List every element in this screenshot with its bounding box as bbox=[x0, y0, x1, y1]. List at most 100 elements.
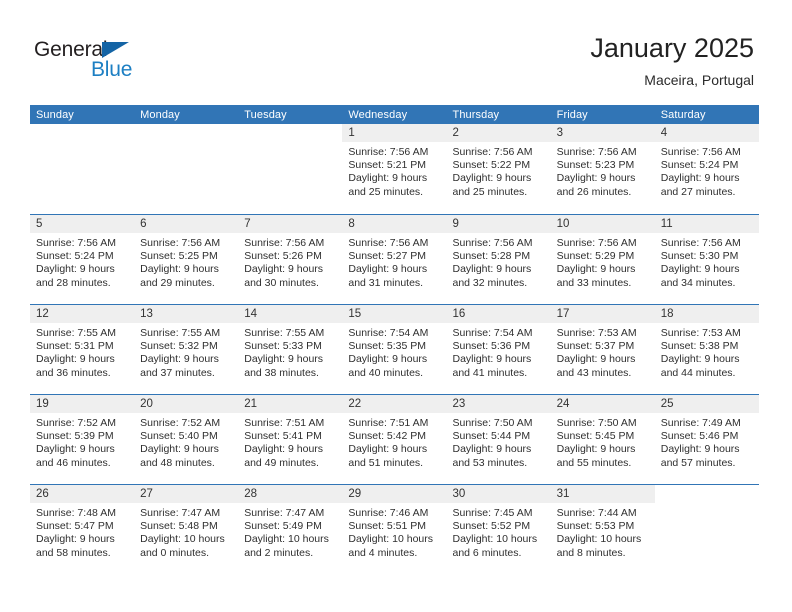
day-cell[interactable]: 22 Sunrise: 7:51 AM Sunset: 5:42 PM Dayligh… bbox=[342, 395, 447, 484]
day-sun-info: Sunrise: 7:54 AM Sunset: 5:35 PM Daylight:… bbox=[342, 323, 446, 380]
day-cell[interactable]: 2 Sunrise: 7:56 AM Sunset: 5:22 PM Daylight… bbox=[446, 124, 551, 214]
day-number: 1 bbox=[342, 124, 447, 142]
day-cell[interactable]: 5 Sunrise: 7:56 AM Sunset: 5:24 PM Daylight… bbox=[30, 215, 135, 304]
sunrise-time: Sunrise: 7:56 AM bbox=[452, 237, 533, 249]
day-cell[interactable]: 21 Sunrise: 7:51 AM Sunset: 5:41 PM Dayligh… bbox=[238, 395, 343, 484]
daylight-line-1: Daylight: 9 hours bbox=[556, 443, 636, 456]
sunset-time: Sunset: 5:44 PM bbox=[452, 430, 531, 443]
daylight-line-2: and 37 minutes. bbox=[140, 366, 215, 379]
sunrise-time: Sunrise: 7:53 AM bbox=[556, 327, 637, 339]
day-cell-empty bbox=[134, 124, 239, 214]
sunrise-time: Sunrise: 7:56 AM bbox=[348, 237, 429, 249]
sunset-time: Sunset: 5:38 PM bbox=[660, 340, 739, 353]
daylight-line-2: and 58 minutes. bbox=[36, 546, 111, 559]
day-cell[interactable]: 29 Sunrise: 7:46 AM Sunset: 5:51 PM Dayligh… bbox=[342, 485, 447, 574]
page-header: General Blue January 2025 Maceira, Portu… bbox=[0, 0, 792, 100]
day-sun-info: Sunrise: 7:56 AM Sunset: 5:22 PM Daylight:… bbox=[447, 142, 551, 199]
calendar-week-row: 26 Sunrise: 7:48 AM Sunset: 5:47 PM Dayligh… bbox=[30, 484, 759, 574]
day-number: 29 bbox=[342, 485, 447, 503]
day-cell[interactable]: 18 Sunrise: 7:53 AM Sunset: 5:38 PM Dayligh… bbox=[654, 305, 759, 394]
day-cell[interactable]: 30 Sunrise: 7:45 AM Sunset: 5:52 PM Dayligh… bbox=[446, 485, 551, 574]
day-cell[interactable]: 31 Sunrise: 7:44 AM Sunset: 5:53 PM Dayligh… bbox=[550, 485, 655, 574]
day-sun-info: Sunrise: 7:47 AM Sunset: 5:48 PM Daylight:… bbox=[134, 503, 238, 560]
day-cell[interactable]: 14 Sunrise: 7:55 AM Sunset: 5:33 PM Dayligh… bbox=[238, 305, 343, 394]
sunrise-time: Sunrise: 7:48 AM bbox=[36, 507, 116, 519]
day-sun-info: Sunrise: 7:51 AM Sunset: 5:42 PM Daylight:… bbox=[342, 413, 446, 470]
day-sun-info: Sunrise: 7:56 AM Sunset: 5:23 PM Daylight:… bbox=[551, 142, 655, 199]
sunrise-time: Sunrise: 7:49 AM bbox=[660, 417, 741, 429]
day-cell[interactable]: 19 Sunrise: 7:52 AM Sunset: 5:39 PM Dayligh… bbox=[30, 395, 135, 484]
sunset-time: Sunset: 5:36 PM bbox=[452, 340, 531, 353]
weekday-header-wednesday: Wednesday bbox=[348, 109, 408, 121]
day-number bbox=[238, 124, 342, 142]
day-cell[interactable]: 24 Sunrise: 7:50 AM Sunset: 5:45 PM Dayligh… bbox=[550, 395, 655, 484]
day-cell[interactable]: 20 Sunrise: 7:52 AM Sunset: 5:40 PM Dayligh… bbox=[134, 395, 239, 484]
day-cell[interactable]: 3 Sunrise: 7:56 AM Sunset: 5:23 PM Daylight… bbox=[550, 124, 655, 214]
day-cell[interactable]: 23 Sunrise: 7:50 AM Sunset: 5:44 PM Dayligh… bbox=[446, 395, 551, 484]
sunset-time: Sunset: 5:26 PM bbox=[244, 250, 322, 263]
sunset-time: Sunset: 5:39 PM bbox=[36, 430, 114, 443]
day-cell[interactable]: 25 Sunrise: 7:49 AM Sunset: 5:46 PM Dayligh… bbox=[654, 395, 759, 484]
sunrise-time: Sunrise: 7:44 AM bbox=[556, 507, 637, 519]
daylight-line-2: and 46 minutes. bbox=[36, 456, 111, 469]
sunset-time: Sunset: 5:33 PM bbox=[244, 340, 322, 353]
daylight-line-1: Daylight: 9 hours bbox=[36, 353, 115, 366]
daylight-line-2: and 31 minutes. bbox=[348, 276, 424, 289]
sunrise-time: Sunrise: 7:56 AM bbox=[660, 237, 741, 249]
day-cell[interactable]: 6 Sunrise: 7:56 AM Sunset: 5:25 PM Daylight… bbox=[134, 215, 239, 304]
day-sun-info: Sunrise: 7:46 AM Sunset: 5:51 PM Daylight:… bbox=[342, 503, 446, 560]
day-cell[interactable]: 8 Sunrise: 7:56 AM Sunset: 5:27 PM Daylight… bbox=[342, 215, 447, 304]
day-cell[interactable]: 11 Sunrise: 7:56 AM Sunset: 5:30 PM Dayligh… bbox=[654, 215, 759, 304]
daylight-line-2: and 28 minutes. bbox=[36, 276, 111, 289]
day-cell[interactable]: 12 Sunrise: 7:55 AM Sunset: 5:31 PM Dayligh… bbox=[30, 305, 135, 394]
day-number bbox=[30, 124, 134, 142]
day-number: 22 bbox=[342, 395, 447, 413]
sunrise-time: Sunrise: 7:55 AM bbox=[244, 327, 325, 339]
calendar-week-row: 1 Sunrise: 7:56 AM Sunset: 5:21 PM Daylight… bbox=[30, 124, 759, 214]
daylight-line-2: and 30 minutes. bbox=[244, 276, 319, 289]
sunset-time: Sunset: 5:24 PM bbox=[660, 159, 739, 172]
daylight-line-2: and 43 minutes. bbox=[556, 366, 632, 379]
day-cell[interactable]: 16 Sunrise: 7:54 AM Sunset: 5:36 PM Dayligh… bbox=[446, 305, 551, 394]
day-number: 10 bbox=[550, 215, 655, 233]
sunset-time: Sunset: 5:52 PM bbox=[452, 520, 531, 533]
daylight-line-2: and 32 minutes. bbox=[452, 276, 528, 289]
day-number: 14 bbox=[238, 305, 343, 323]
day-cell[interactable]: 9 Sunrise: 7:56 AM Sunset: 5:28 PM Daylight… bbox=[446, 215, 551, 304]
sunrise-time: Sunrise: 7:55 AM bbox=[140, 327, 221, 339]
sunrise-time: Sunrise: 7:51 AM bbox=[348, 417, 429, 429]
general-blue-logo[interactable]: General Blue bbox=[34, 38, 184, 86]
daylight-line-1: Daylight: 9 hours bbox=[36, 533, 115, 546]
daylight-line-1: Daylight: 9 hours bbox=[556, 172, 636, 185]
day-cell[interactable]: 28 Sunrise: 7:47 AM Sunset: 5:49 PM Dayligh… bbox=[238, 485, 343, 574]
daylight-line-2: and 51 minutes. bbox=[348, 456, 424, 469]
day-cell[interactable]: 26 Sunrise: 7:48 AM Sunset: 5:47 PM Dayligh… bbox=[30, 485, 135, 574]
day-sun-info: Sunrise: 7:56 AM Sunset: 5:28 PM Daylight:… bbox=[447, 233, 551, 290]
day-cell[interactable]: 4 Sunrise: 7:56 AM Sunset: 5:24 PM Daylight… bbox=[654, 124, 759, 214]
day-sun-info: Sunrise: 7:52 AM Sunset: 5:39 PM Daylight:… bbox=[30, 413, 134, 470]
sunset-time: Sunset: 5:45 PM bbox=[556, 430, 635, 443]
sunset-time: Sunset: 5:24 PM bbox=[36, 250, 114, 263]
day-sun-info: Sunrise: 7:55 AM Sunset: 5:32 PM Daylight:… bbox=[134, 323, 238, 380]
day-cell[interactable]: 27 Sunrise: 7:47 AM Sunset: 5:48 PM Dayligh… bbox=[134, 485, 239, 574]
sunset-time: Sunset: 5:25 PM bbox=[140, 250, 218, 263]
calendar-page: General Blue January 2025 Maceira, Portu… bbox=[0, 0, 792, 612]
sunset-time: Sunset: 5:21 PM bbox=[348, 159, 427, 172]
day-cell[interactable]: 13 Sunrise: 7:55 AM Sunset: 5:32 PM Dayligh… bbox=[134, 305, 239, 394]
sunset-time: Sunset: 5:41 PM bbox=[244, 430, 322, 443]
day-sun-info: Sunrise: 7:53 AM Sunset: 5:37 PM Daylight:… bbox=[551, 323, 655, 380]
calendar-week-row: 19 Sunrise: 7:52 AM Sunset: 5:39 PM Dayligh… bbox=[30, 394, 759, 484]
day-number: 30 bbox=[446, 485, 551, 503]
daylight-line-2: and 33 minutes. bbox=[556, 276, 632, 289]
day-number: 25 bbox=[654, 395, 759, 413]
day-cell[interactable]: 7 Sunrise: 7:56 AM Sunset: 5:26 PM Daylight… bbox=[238, 215, 343, 304]
day-cell[interactable]: 1 Sunrise: 7:56 AM Sunset: 5:21 PM Daylight… bbox=[342, 124, 447, 214]
day-cell[interactable]: 17 Sunrise: 7:53 AM Sunset: 5:37 PM Dayligh… bbox=[550, 305, 655, 394]
logo-text-blue: Blue bbox=[91, 58, 133, 81]
page-title: January 2025 bbox=[590, 33, 754, 63]
day-cell[interactable]: 10 Sunrise: 7:56 AM Sunset: 5:29 PM Dayligh… bbox=[550, 215, 655, 304]
day-cell[interactable]: 15 Sunrise: 7:54 AM Sunset: 5:35 PM Dayligh… bbox=[342, 305, 447, 394]
daylight-line-2: and 26 minutes. bbox=[556, 185, 632, 198]
day-sun-info: Sunrise: 7:55 AM Sunset: 5:31 PM Daylight:… bbox=[30, 323, 134, 380]
sunrise-time: Sunrise: 7:56 AM bbox=[348, 146, 429, 158]
